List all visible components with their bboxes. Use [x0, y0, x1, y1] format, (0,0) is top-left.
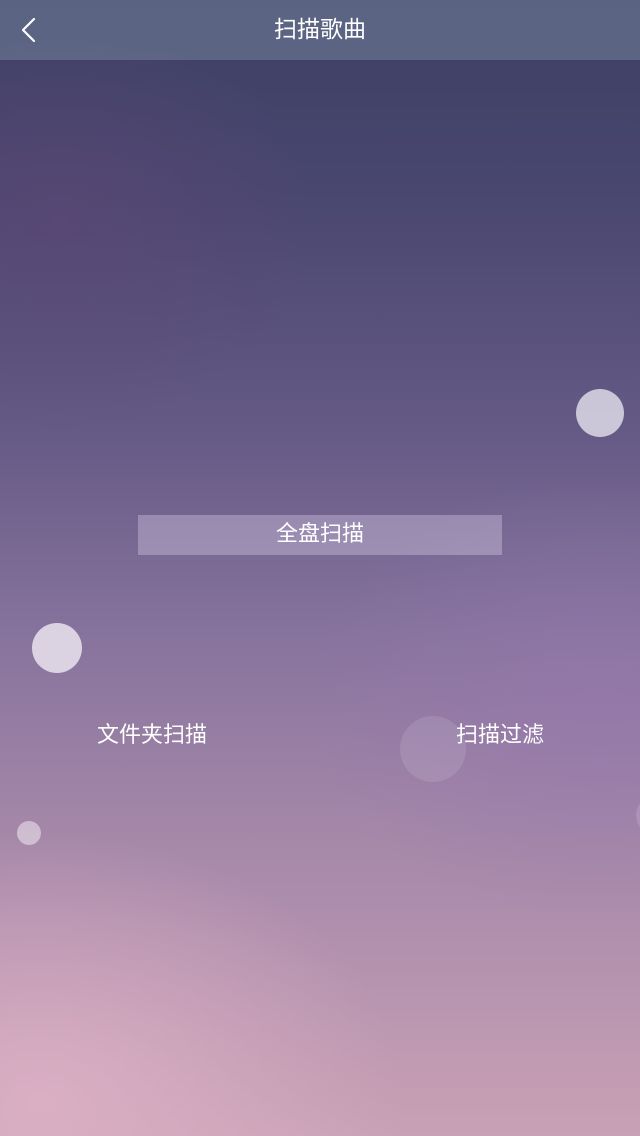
scan-songs-screen: 扫描歌曲 全盘扫描 文件夹扫描 扫描过滤 [0, 0, 640, 1136]
bokeh-light-decoration [17, 821, 41, 845]
bokeh-light-decoration [576, 389, 624, 437]
top-navigation-bar: 扫描歌曲 [0, 0, 640, 60]
bokeh-light-decoration [636, 795, 640, 835]
page-title: 扫描歌曲 [274, 17, 366, 43]
scan-filter-button[interactable]: 扫描过滤 [436, 715, 564, 757]
bokeh-light-decoration [32, 623, 82, 673]
full-scan-button[interactable]: 全盘扫描 [138, 515, 502, 555]
folder-scan-button[interactable]: 文件夹扫描 [78, 715, 226, 757]
